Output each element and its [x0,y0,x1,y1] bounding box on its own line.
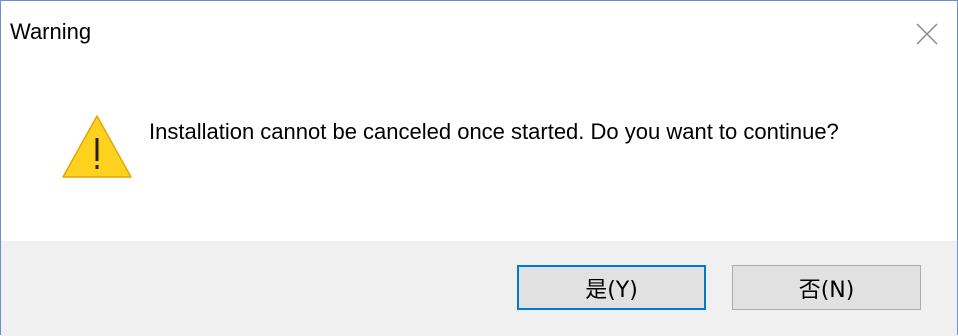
button-bar: 是(Y) 否(N) [1,241,957,336]
title-bar: Warning [1,1,957,61]
close-button[interactable] [901,1,957,61]
yes-button[interactable]: 是(Y) [517,265,706,310]
close-icon [916,23,938,45]
dialog-title: Warning [10,19,92,44]
dialog-content: Installation cannot be canceled once sta… [1,61,957,241]
no-button[interactable]: 否(N) [732,265,921,310]
warning-dialog: Warning Installation cannot be canceled … [0,0,958,336]
warning-triangle-icon [61,114,133,180]
message-text: Installation cannot be canceled once sta… [149,119,839,144]
